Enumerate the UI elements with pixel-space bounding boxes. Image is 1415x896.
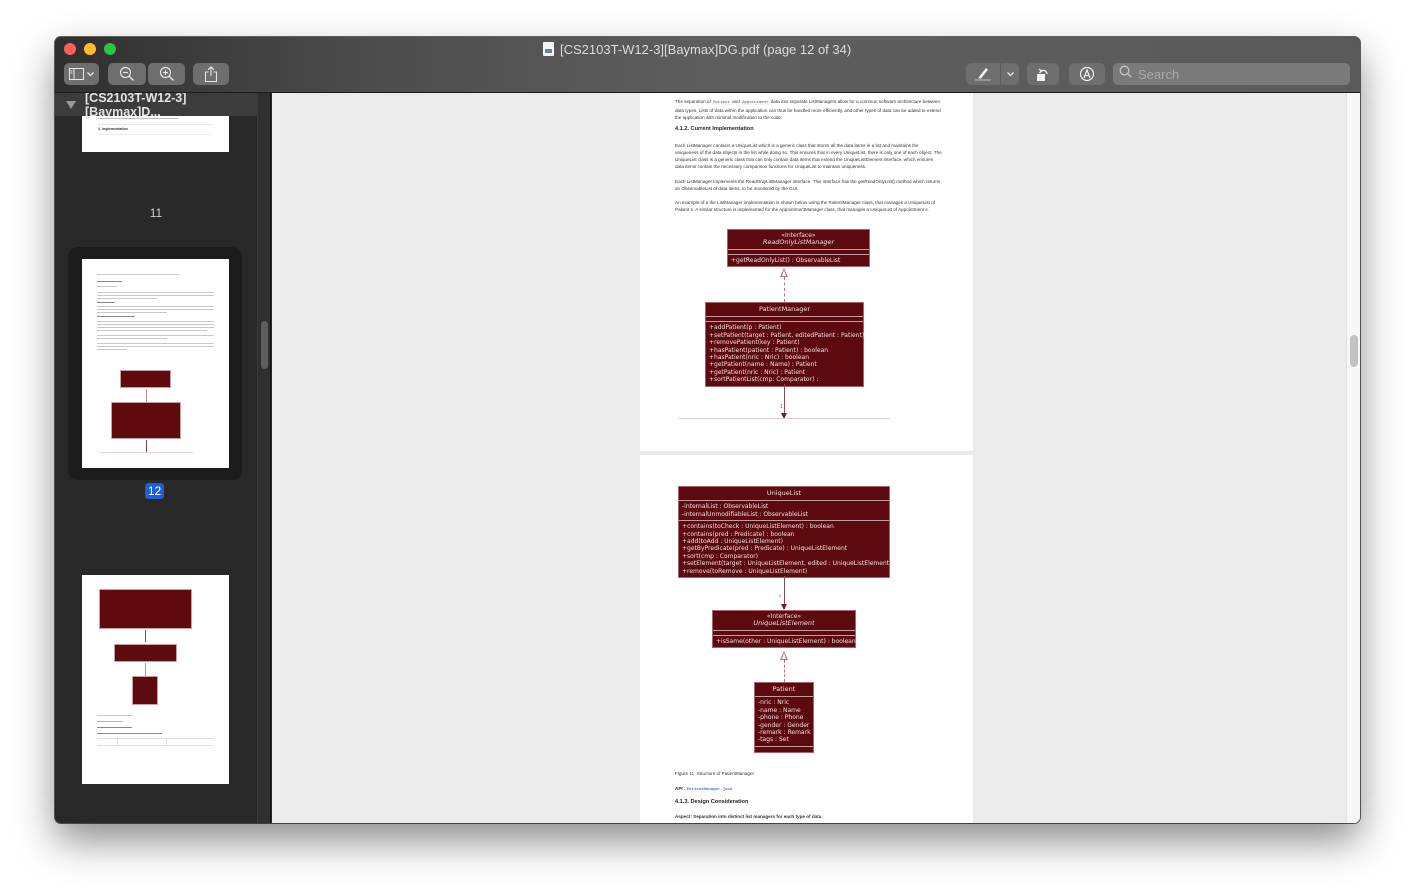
realization-arrowhead — [780, 651, 788, 660]
window-title-text: [CS2103T-W12-3][Baymax]DG.pdf (page 12 o… — [560, 41, 852, 57]
chevron-down-icon — [87, 71, 94, 77]
disclosure-triangle-icon[interactable] — [66, 100, 76, 109]
preview-window: [CS2103T-W12-3][Baymax]DG.pdf (page 12 o… — [55, 37, 1360, 823]
paragraph: The separation of Patient and Appointmen… — [675, 99, 941, 120]
uml-field: -remark : Remark — [758, 729, 811, 737]
uml-field: -nric : Nric — [758, 699, 790, 707]
uml-class-readonlylistmanager: «Interface» ReadOnlyListManager +getRead… — [727, 229, 870, 268]
page-number-label: 11 — [149, 206, 163, 220]
highlight-options-button[interactable] — [1001, 63, 1019, 85]
highlighter-icon — [974, 67, 992, 81]
uml-method: +contains(toCheck : UniqueListElement) :… — [682, 523, 834, 531]
uml-class-patientmanager: PatientManager +addPatient(p : Patient) … — [705, 302, 864, 387]
uml-class-patient: Patient -nric : Nric -name : Name -phone… — [754, 682, 814, 753]
close-button[interactable] — [64, 43, 76, 55]
minimize-button[interactable] — [84, 43, 96, 55]
thumbnail-page-13[interactable] — [82, 575, 229, 784]
uml-field: -name : Name — [758, 706, 801, 714]
uml-method: +sortPatientList(cmp: Comparator) : — [709, 376, 819, 384]
uml-method: +add(toAdd : UniqueListElement) — [682, 538, 783, 546]
uml-method: +removePatient(key : Patient) — [709, 339, 800, 347]
pdf-page-12: The separation of Patient and Appointmen… — [640, 93, 973, 451]
title-bar: [CS2103T-W12-3][Baymax]DG.pdf (page 12 o… — [55, 37, 1360, 93]
uml-method: +isSame(other : UniqueListElement) : boo… — [716, 637, 856, 645]
rotate-button[interactable] — [1027, 63, 1059, 85]
multiplicity-label: 1 — [780, 404, 783, 410]
uml-field: -internalUnmodifiableList : ObservableLi… — [682, 510, 809, 518]
uml-method: +addPatient(p : Patient) — [709, 324, 782, 332]
page-break-line — [679, 418, 890, 419]
document-scrollbar[interactable] — [1346, 93, 1360, 823]
zoom-out-icon — [119, 66, 135, 82]
share-button[interactable] — [193, 63, 229, 85]
highlight-button[interactable] — [966, 63, 1000, 85]
uml-interface-name: ReadOnlyListManager — [762, 238, 835, 247]
uml-method: +hasPatient(patient : Patient) : boolean — [709, 346, 829, 354]
uml-method: +contains(pred : Predicate) : boolean — [682, 530, 795, 538]
document-scrollbar-thumb[interactable] — [1350, 335, 1358, 367]
zoom-in-icon — [159, 66, 175, 82]
uml-field: -gender : Gender — [758, 721, 810, 729]
share-icon — [205, 66, 217, 82]
uml-method: +getPatient(nric : Nric) : Patient — [709, 368, 806, 376]
document-view[interactable]: The separation of Patient and Appointmen… — [272, 93, 1360, 823]
multiplicity-label: * — [779, 595, 782, 601]
realization-arrowhead — [780, 268, 788, 277]
thumbnail-page-12[interactable] — [82, 259, 229, 468]
paragraph: An example of a the ListManager implemen… — [675, 200, 935, 212]
pdf-document-icon — [543, 42, 554, 56]
uml-method: +getByPredicate(pred : Predicate) : Uniq… — [682, 545, 848, 553]
section-heading: 4.1.2. Current Implementation — [675, 126, 754, 132]
zoom-window-button[interactable] — [104, 43, 116, 55]
uml-interface-uniquelistelement: «Interface» UniqueListElement +isSame(ot… — [712, 610, 856, 649]
api-label: API : — [675, 786, 686, 791]
paragraph: Each ListManager implements the ReadOnly… — [675, 179, 941, 191]
sidebar-icon — [69, 68, 84, 80]
section-heading: 4.1.3. Design Consideration — [675, 799, 749, 805]
thumbnail-heading: 4. Implementation — [98, 127, 128, 131]
search-icon — [1119, 65, 1132, 83]
api-link[interactable]: PatientManager.java — [687, 788, 733, 792]
sidebar-scrollbar-thumb[interactable] — [261, 321, 268, 369]
thumbnail-sidebar: [CS2103T-W12-3][Baymax]D... 4. Implement… — [55, 93, 271, 823]
uml-method: +hasPatient(nric : Nric) : boolean — [709, 354, 810, 362]
paragraph: Each ListManager contains a UniqueList w… — [675, 143, 942, 169]
pdf-page-13: UniqueList -internalList : ObservableLis… — [640, 455, 973, 823]
uml-class-name: UniqueList — [679, 487, 889, 502]
aspect-text: Aspect: Separation into distinct list ma… — [675, 814, 823, 819]
rotate-icon — [1035, 66, 1051, 82]
figure-caption: Figure 11. Structure of PatientManager — [675, 771, 755, 776]
realization-line — [784, 660, 785, 682]
realization-line — [784, 277, 785, 302]
uml-class-name: PatientManager — [706, 303, 863, 318]
sidebar-scrollbar[interactable] — [257, 93, 270, 823]
document-outline-header[interactable]: [CS2103T-W12-3][Baymax]D... — [55, 93, 257, 119]
sidebar-document-title: [CS2103T-W12-3][Baymax]D... — [85, 93, 187, 119]
selected-page-number-badge: 12 — [145, 483, 164, 499]
uml-method: +remove(toRemove : UniqueListElement) — [682, 567, 808, 575]
search-input[interactable] — [1138, 66, 1338, 82]
zoom-in-button[interactable] — [148, 63, 185, 85]
search-field[interactable] — [1113, 63, 1350, 85]
uml-method: +setPatient(target : Patient, editedPati… — [709, 331, 865, 339]
chevron-down-icon — [1006, 71, 1014, 77]
uml-class-name: Patient — [755, 683, 813, 698]
zoom-out-button[interactable] — [108, 63, 146, 85]
uml-method: +getPatient(name : Name) : Patient — [709, 361, 817, 369]
window-title: [CS2103T-W12-3][Baymax]DG.pdf (page 12 o… — [543, 41, 851, 57]
markup-button[interactable] — [1069, 63, 1105, 85]
uml-class-uniquelist: UniqueList -internalList : ObservableLis… — [678, 486, 892, 579]
uml-field: -internalList : ObservableList — [682, 503, 769, 511]
uml-interface-name: UniqueListElement — [753, 619, 815, 628]
uml-method: +setElement(target : UniqueListElement, … — [682, 560, 892, 568]
uml-method: +sort(cmp : Comparator) — [682, 552, 758, 560]
api-line: API : PatientManager.java — [675, 785, 943, 794]
uml-field: -phone : Phone — [758, 714, 804, 722]
uml-field: -tags : Set — [758, 736, 789, 744]
sidebar-toggle-button[interactable] — [64, 63, 99, 85]
markup-icon — [1079, 66, 1095, 82]
uml-method: +getReadOnlyList() : ObservableList — [731, 256, 841, 264]
